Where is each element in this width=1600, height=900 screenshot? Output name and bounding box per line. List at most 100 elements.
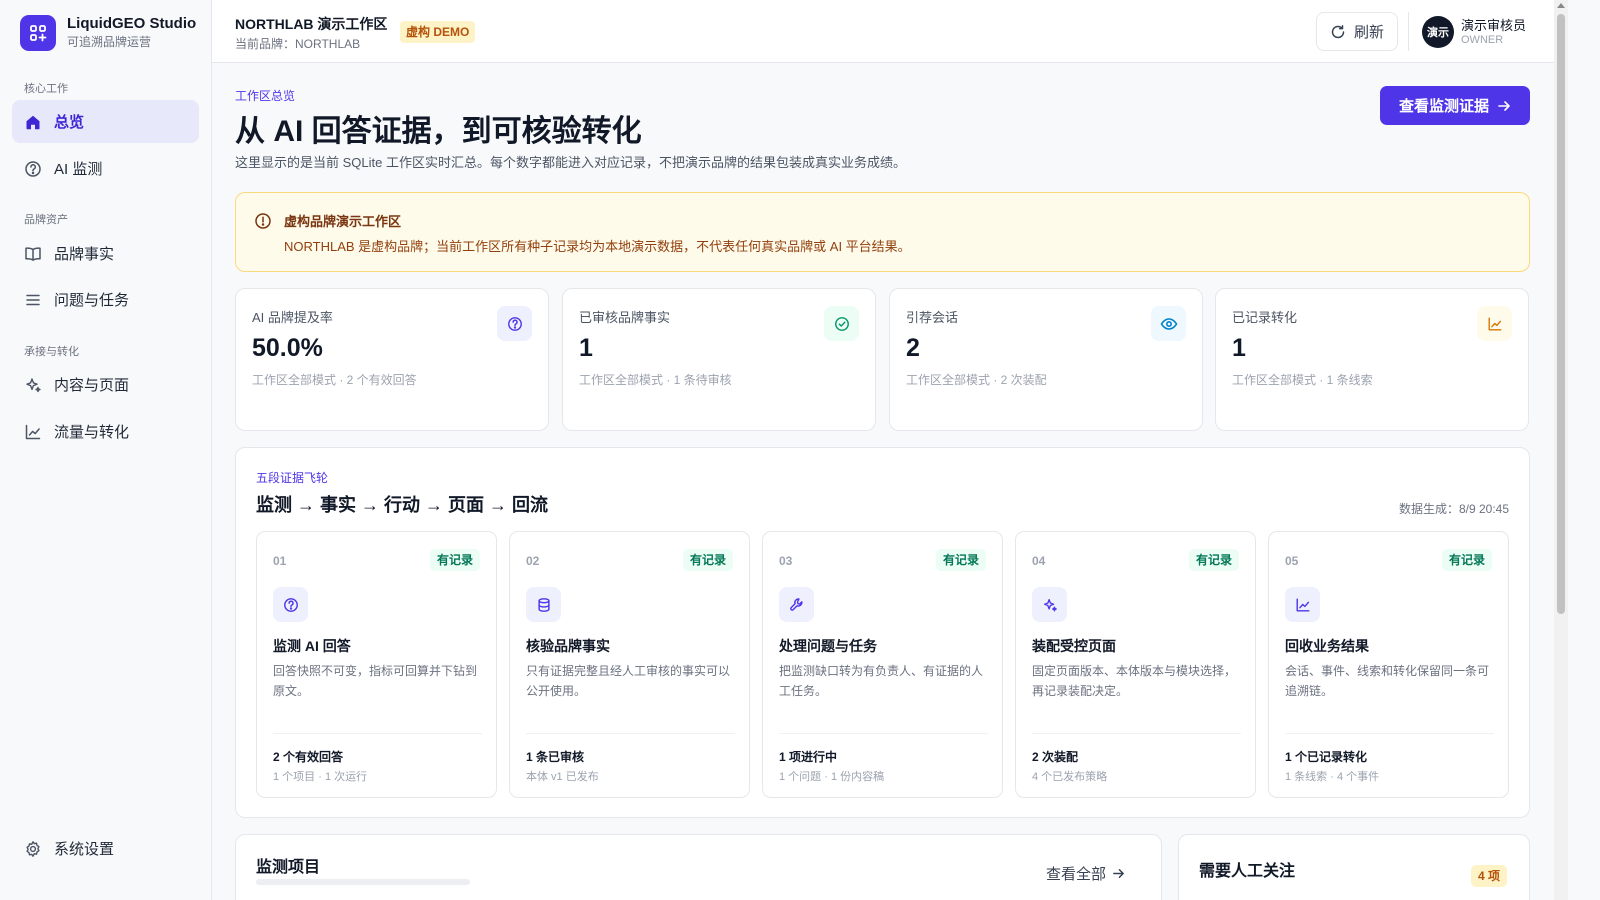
- flywheel-step-monitor[interactable]: 01 有记录 监测 AI 回答 回答快照不可变，指标可回算并下钻到原文。 2 个…: [256, 531, 497, 798]
- step-number: 03: [779, 554, 793, 568]
- step-description: 固定页面版本、本体版本与模块选择，再记录装配决定。: [1032, 664, 1237, 698]
- question-circle-icon: [24, 160, 42, 178]
- sidebar-item-label: 品牌事实: [54, 246, 115, 263]
- divider: [526, 733, 735, 734]
- step-description: 只有证据完整且经人工审核的事实可以公开使用。: [526, 664, 731, 698]
- flywheel-step-results[interactable]: 05 有记录 回收业务结果 会话、事件、线索和转化保留同一条可追溯链。 1 个已…: [1268, 531, 1509, 798]
- divider: [1285, 733, 1494, 734]
- divider: [273, 733, 482, 734]
- step-metric-detail: 1 个问题 · 1 份内容稿: [779, 771, 885, 783]
- notice-text: NORTHLAB 是虚构品牌；当前工作区所有种子记录均为本地演示数据，不代表任何…: [284, 239, 911, 254]
- view-all-link[interactable]: 查看全部: [1046, 863, 1125, 884]
- flywheel-step-tasks[interactable]: 03 有记录 处理问题与任务 把监测缺口转为有负责人、有证据的人工任务。 1 项…: [762, 531, 1003, 798]
- scroll-thumb[interactable]: [1557, 14, 1565, 614]
- demo-badge: 虚构 DEMO: [400, 21, 476, 43]
- avatar[interactable]: 演示: [1422, 16, 1454, 48]
- stat-card-mention-rate[interactable]: AI 品牌提及率 50.0% 工作区全部模式 · 2 个有效回答: [235, 288, 549, 431]
- stat-value: 2: [906, 334, 920, 362]
- step-description: 会话、事件、线索和转化保留同一条可追溯链。: [1285, 664, 1490, 698]
- sidebar-item-brand-facts[interactable]: 品牌事实: [12, 232, 199, 275]
- step-metric: 1 个已记录转化: [1285, 750, 1368, 764]
- data-generated-time: 数据生成：8/9 20:45: [1398, 502, 1509, 516]
- view-monitoring-evidence-button[interactable]: 查看监测证据: [1380, 86, 1530, 125]
- refresh-icon: [1330, 24, 1354, 40]
- nav-section-brand-assets: 品牌资产: [24, 214, 68, 226]
- step-metric: 2 个有效回答: [273, 750, 344, 764]
- stat-label: 引荐会话: [906, 310, 959, 325]
- stat-sub: 工作区全部模式 · 2 个有效回答: [252, 373, 417, 387]
- sidebar-item-label: 流量与转化: [54, 424, 130, 441]
- stat-value: 1: [579, 334, 593, 362]
- question-circle-icon: [273, 587, 308, 622]
- sidebar-item-ai-monitoring[interactable]: AI 监测: [12, 147, 199, 190]
- sidebar-item-settings[interactable]: 系统设置: [12, 827, 199, 870]
- header-divider: [1408, 12, 1409, 51]
- user-role: OWNER: [1461, 34, 1504, 46]
- notice-title: 虚构品牌演示工作区: [284, 214, 402, 229]
- check-circle-icon: [824, 306, 859, 341]
- status-badge: 有记录: [1441, 549, 1492, 571]
- stat-sub: 工作区全部模式 · 1 条待审核: [579, 373, 732, 387]
- stat-label: 已审核品牌事实: [579, 310, 671, 325]
- flywheel-eyebrow: 五段证据飞轮: [256, 471, 329, 485]
- eye-icon: [1151, 306, 1186, 341]
- stat-card-reviewed-facts[interactable]: 已审核品牌事实 1 工作区全部模式 · 1 条待审核: [562, 288, 876, 431]
- step-description: 把监测缺口转为有负责人、有证据的人工任务。: [779, 664, 984, 698]
- nav-section-core: 核心工作: [24, 83, 68, 95]
- step-title: 监测 AI 回答: [273, 638, 351, 654]
- step-title: 装配受控页面: [1032, 638, 1116, 654]
- trend-chart-icon: [24, 423, 42, 441]
- sidebar: LiquidGEO Studio 可追溯品牌运营 核心工作 总览 AI 监测 品…: [0, 0, 212, 900]
- divider: [779, 733, 988, 734]
- scroll-up-arrow-icon[interactable]: [1557, 3, 1565, 8]
- stat-card-conversions[interactable]: 已记录转化 1 工作区全部模式 · 1 条线索: [1215, 288, 1529, 431]
- current-brand: 当前品牌：NORTHLAB: [235, 37, 361, 51]
- sidebar-item-label: 内容与页面: [54, 377, 130, 394]
- step-metric-detail: 本体 v1 已发布: [526, 771, 599, 783]
- step-title: 处理问题与任务: [779, 638, 877, 654]
- page-title: 从 AI 回答证据，到可核验转化: [235, 115, 642, 148]
- app-name: LiquidGEO Studio: [67, 15, 197, 32]
- workspace-title: NORTHLAB 演示工作区: [235, 16, 388, 32]
- monitoring-projects-card: 监测项目 查看全部: [235, 834, 1162, 900]
- stat-value: 1: [1232, 334, 1246, 362]
- status-badge: 有记录: [935, 549, 986, 571]
- app-tagline: 可追溯品牌运营: [67, 35, 152, 49]
- stat-sub: 工作区全部模式 · 2 次装配: [906, 373, 1047, 387]
- step-title: 回收业务结果: [1285, 638, 1369, 654]
- refresh-button[interactable]: 刷新: [1316, 12, 1398, 51]
- refresh-label: 刷新: [1353, 24, 1384, 41]
- demo-notice: 虚构品牌演示工作区 NORTHLAB 是虚构品牌；当前工作区所有种子记录均为本地…: [235, 192, 1530, 272]
- nav-section-conversion: 承接与转化: [24, 346, 79, 358]
- step-number: 01: [273, 554, 287, 568]
- step-metric: 1 项进行中: [779, 750, 838, 764]
- sparkle-icon: [1032, 587, 1067, 622]
- sidebar-item-label: 系统设置: [54, 841, 115, 858]
- stat-value: 50.0%: [252, 334, 323, 362]
- sidebar-item-label: 问题与任务: [54, 292, 130, 309]
- sidebar-item-overview[interactable]: 总览: [12, 100, 199, 143]
- status-badge: 有记录: [429, 549, 480, 571]
- sidebar-item-label: AI 监测: [54, 161, 103, 178]
- brand[interactable]: LiquidGEO Studio 可追溯品牌运营: [20, 15, 196, 51]
- step-number: 02: [526, 554, 540, 568]
- alert-circle-icon: [254, 212, 272, 230]
- card-title: 需要人工关注: [1199, 863, 1296, 880]
- wrench-icon: [779, 587, 814, 622]
- card-subtitle: [256, 879, 470, 885]
- sparkle-icon: [24, 376, 42, 394]
- sidebar-item-issues-tasks[interactable]: 问题与任务: [12, 278, 199, 321]
- arrow-right-icon: [1489, 99, 1511, 113]
- stat-label: 已记录转化: [1232, 310, 1298, 325]
- flywheel-step-facts[interactable]: 02 有记录 核验品牌事实 只有证据完整且经人工审核的事实可以公开使用。 1 条…: [509, 531, 750, 798]
- stat-label: AI 品牌提及率: [252, 310, 333, 325]
- flywheel-step-pages[interactable]: 04 有记录 装配受控页面 固定页面版本、本体版本与模块选择，再记录装配决定。 …: [1015, 531, 1256, 798]
- stat-card-referral-sessions[interactable]: 引荐会话 2 工作区全部模式 · 2 次装配: [889, 288, 1203, 431]
- page-scrollbar[interactable]: [1554, 0, 1568, 900]
- sidebar-item-traffic-conversion[interactable]: 流量与转化: [12, 410, 199, 453]
- evidence-flywheel-panel: 五段证据飞轮 监测 → 事实 → 行动 → 页面 → 回流 数据生成：8/9 2…: [235, 447, 1530, 818]
- trend-chart-icon: [1285, 587, 1320, 622]
- gear-icon: [24, 840, 42, 858]
- sidebar-item-content-pages[interactable]: 内容与页面: [12, 363, 199, 406]
- button-label: 查看监测证据: [1398, 98, 1489, 115]
